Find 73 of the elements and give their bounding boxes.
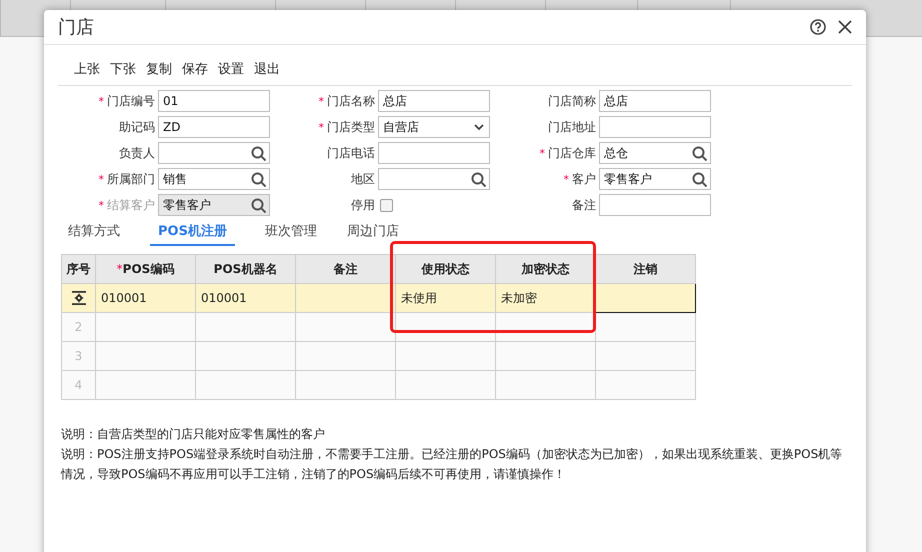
table-cell: 010001 <box>96 284 196 312</box>
lookup-field[interactable] <box>378 168 490 190</box>
column-header: POS机器名 <box>196 254 296 284</box>
input-field[interactable] <box>599 194 711 216</box>
help-icon[interactable] <box>810 19 826 35</box>
tab[interactable]: 周边门店 <box>346 220 399 246</box>
lookup-field[interactable]: 零售客户 <box>599 168 711 190</box>
lookup-field[interactable]: 销售 <box>158 168 270 190</box>
column-header: 加密状态 <box>496 254 596 284</box>
column-header: 使用状态 <box>396 254 496 284</box>
field-label: 所属部门 <box>107 170 155 188</box>
search-icon[interactable] <box>692 146 708 162</box>
field-label: 门店电话 <box>327 144 375 162</box>
tab[interactable]: 结算方式 <box>68 220 120 246</box>
window-title: 门店 <box>58 16 95 39</box>
close-icon[interactable] <box>838 20 852 34</box>
lookup-field[interactable] <box>158 142 270 164</box>
search-icon[interactable] <box>251 146 267 162</box>
column-header: 序号 <box>62 254 96 284</box>
toolbar-button[interactable]: 下张 <box>108 57 138 81</box>
input-field[interactable] <box>599 116 711 138</box>
tab[interactable]: 班次管理 <box>264 220 317 246</box>
select-field[interactable]: 自营店 <box>378 116 490 138</box>
field-label: 停用 <box>351 196 375 214</box>
field-label: 门店仓库 <box>548 144 596 162</box>
required-mark: * <box>318 120 324 134</box>
chevron-down-icon <box>474 124 484 131</box>
tab[interactable]: POS机注册 <box>150 220 235 246</box>
search-icon[interactable] <box>251 198 267 214</box>
table-cell: 010001 <box>196 284 296 312</box>
required-mark: * <box>318 94 324 108</box>
search-icon[interactable] <box>251 172 267 188</box>
input-field[interactable]: ZD <box>158 116 270 138</box>
row-number: 4 <box>74 378 82 392</box>
gear-icon[interactable] <box>70 290 86 306</box>
toolbar-button[interactable]: 保存 <box>180 57 210 81</box>
field-label: 门店名称 <box>327 92 375 110</box>
field-label: 客户 <box>572 170 596 188</box>
note-text: 说明：自营店类型的门店只能对应零售属性的客户 <box>61 426 326 443</box>
row-number: 2 <box>74 320 82 334</box>
column-header: 注销 <box>596 254 696 284</box>
table-cell: 未使用 <box>396 284 496 312</box>
field-label: 结算客户 <box>107 196 155 214</box>
table-cell: 未加密 <box>496 284 596 312</box>
field-label: 地区 <box>351 170 375 188</box>
field-label: 负责人 <box>119 144 155 162</box>
field-label: 备注 <box>572 196 596 214</box>
field-label: 门店类型 <box>327 118 375 136</box>
required-mark: * <box>540 146 545 160</box>
required-mark: * <box>98 94 104 108</box>
note-text: 说明：POS注册支持POS端登录系统时自动注册，不需要手工注册。已经注册的POS编码（加密状态为已加密），如果出现系统重装、更换POS机等情况，导致POS编码不再应用可以手工注销，注销了的POS编码后续不可再使用，请谨慎操作！ <box>61 446 844 483</box>
required-mark: * <box>98 172 104 186</box>
field-label: 门店编号 <box>107 92 155 110</box>
column-header: *POS编码 <box>96 254 196 284</box>
lookup-field[interactable]: 总仓 <box>599 142 711 164</box>
required-mark: * <box>564 172 569 186</box>
row-number: 3 <box>74 349 82 363</box>
toolbar-button[interactable]: 复制 <box>144 57 174 81</box>
field-label: 门店简称 <box>548 92 596 110</box>
input-field[interactable]: 总店 <box>599 90 711 112</box>
search-icon[interactable] <box>471 172 487 188</box>
column-header: 备注 <box>296 254 396 284</box>
checkbox[interactable] <box>380 198 393 212</box>
required-mark: * <box>98 198 104 212</box>
toolbar-button[interactable]: 上张 <box>72 57 102 81</box>
input-field[interactable]: 总店 <box>378 90 490 112</box>
input-field[interactable] <box>378 142 490 164</box>
input-field[interactable]: 01 <box>158 90 270 112</box>
toolbar-button[interactable]: 退出 <box>252 57 282 81</box>
search-icon[interactable] <box>692 172 708 188</box>
field-label: 门店地址 <box>548 118 596 136</box>
field-label: 助记码 <box>119 118 155 136</box>
toolbar-button[interactable]: 设置 <box>216 57 246 81</box>
